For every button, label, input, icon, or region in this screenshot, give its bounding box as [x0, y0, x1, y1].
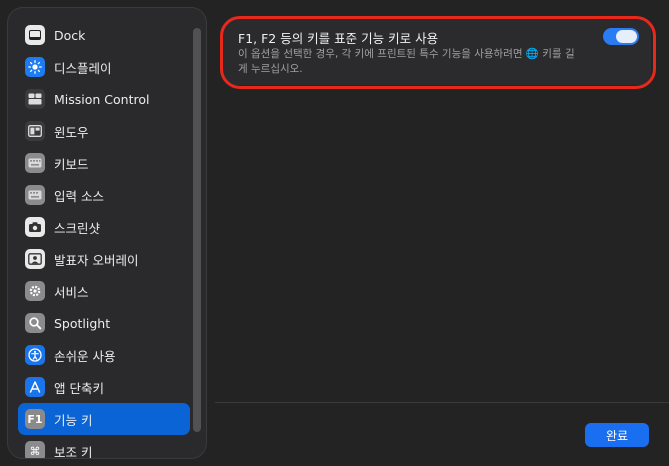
services-gear-icon	[25, 281, 45, 301]
keyboard-shortcuts-window: Dock 디스플레이 Mission Control 윈도우 키보드 입력 소스…	[0, 0, 669, 466]
sidebar-item-input-source[interactable]: 입력 소스	[18, 179, 190, 211]
function-keys-icon: F1	[25, 409, 45, 429]
sidebar-item-label: 보조 키	[54, 444, 93, 459]
sidebar-item-accessibility[interactable]: 손쉬운 사용	[18, 339, 190, 371]
sidebar-item-label: 윈도우	[54, 124, 89, 140]
sidebar-item-mission-control[interactable]: Mission Control	[18, 83, 190, 115]
mission-control-icon	[25, 89, 45, 109]
sidebar-item-label: 디스플레이	[54, 60, 112, 76]
main-panel: F1, F2 등의 키를 표준 기능 키로 사용 이 옵션을 선택한 경우, 각…	[215, 0, 669, 466]
accessibility-icon	[25, 345, 45, 365]
sidebar-item-label: 스크린샷	[54, 220, 101, 236]
sidebar-item-label: Dock	[54, 27, 86, 43]
sidebar-item-label: 서비스	[54, 284, 89, 300]
sidebar-item-dock[interactable]: Dock	[18, 19, 190, 51]
sidebar-item-screenshot[interactable]: 스크린샷	[18, 211, 190, 243]
sidebar-list: Dock 디스플레이 Mission Control 윈도우 키보드 입력 소스…	[18, 19, 190, 459]
footer-divider	[215, 402, 669, 403]
display-brightness-icon	[25, 57, 45, 77]
sidebar-item-services[interactable]: 서비스	[18, 275, 190, 307]
sidebar-item-label: 손쉬운 사용	[54, 348, 116, 364]
input-source-icon	[25, 185, 45, 205]
sidebar-item-display[interactable]: 디스플레이	[18, 51, 190, 83]
sidebar-item-app-shortcuts[interactable]: 앱 단축키	[18, 371, 190, 403]
sidebar-item-function-keys[interactable]: F1 기능 키	[18, 403, 190, 435]
sidebar-item-label: 앱 단축키	[54, 380, 104, 396]
dock-icon	[25, 25, 45, 45]
function-keys-setting-row: F1, F2 등의 키를 표준 기능 키로 사용 이 옵션을 선택한 경우, 각…	[223, 19, 651, 85]
app-shortcuts-icon	[25, 377, 45, 397]
sidebar-item-label: 발표자 오버레이	[54, 252, 139, 268]
sidebar-item-modifier-keys[interactable]: ⌘ 보조 키	[18, 435, 190, 459]
setting-description: 이 옵션을 선택한 경우, 각 키에 프린트된 특수 기능을 사용하려면 🌐 키…	[238, 48, 575, 75]
sidebar-item-spotlight[interactable]: Spotlight	[18, 307, 190, 339]
sidebar-item-label: 기능 키	[54, 412, 93, 428]
sidebar-item-presenter-overlay[interactable]: 발표자 오버레이	[18, 243, 190, 275]
sidebar-item-label: Mission Control	[54, 91, 150, 107]
sidebar-item-label: Spotlight	[54, 315, 111, 331]
toggle-knob	[616, 30, 637, 43]
keyboard-icon	[25, 153, 45, 173]
sidebar-item-window[interactable]: 윈도우	[18, 115, 190, 147]
sidebar-item-keyboard[interactable]: 키보드	[18, 147, 190, 179]
sidebar: Dock 디스플레이 Mission Control 윈도우 키보드 입력 소스…	[7, 7, 207, 459]
modifier-keys-icon: ⌘	[25, 441, 45, 458]
spotlight-search-icon	[25, 313, 45, 333]
done-button[interactable]: 완료	[585, 423, 649, 447]
sidebar-item-label: 키보드	[54, 156, 89, 172]
sidebar-item-label: 입력 소스	[54, 188, 104, 204]
screenshot-camera-icon	[25, 217, 45, 237]
sidebar-scrollbar[interactable]	[193, 28, 201, 432]
presenter-overlay-icon	[25, 249, 45, 269]
function-keys-toggle[interactable]	[603, 28, 639, 45]
window-icon	[25, 121, 45, 141]
setting-title: F1, F2 등의 키를 표준 기능 키로 사용	[238, 31, 439, 46]
